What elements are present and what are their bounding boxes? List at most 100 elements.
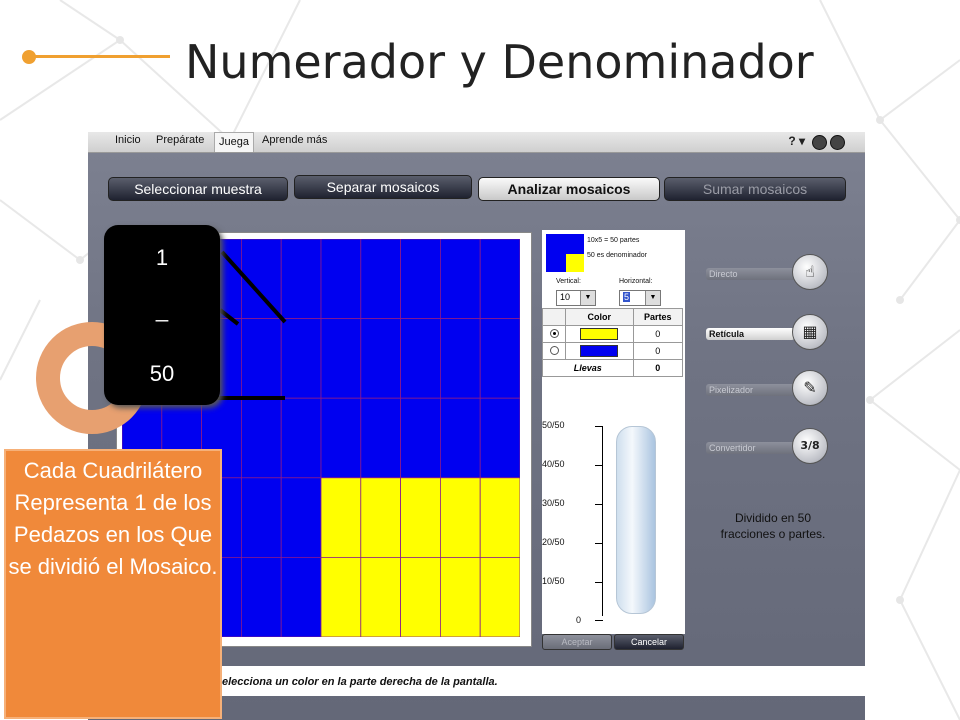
tab-sumar-mosaicos[interactable]: Sumar mosaicos [664,177,846,201]
mosaic-cell[interactable] [400,239,441,319]
tab-separar-mosaicos[interactable]: Separar mosaicos [294,175,472,199]
mosaic-cell[interactable] [320,397,362,479]
mosaic-cell[interactable] [400,318,441,399]
mosaic-cell[interactable] [439,318,481,399]
mosaic-cell[interactable] [241,556,282,637]
slide-title: Numerador y Denominador [185,35,814,89]
menu-juega[interactable]: Juega [214,132,254,152]
divided-text: Dividido en 50 fracciones o partes. [720,511,826,541]
swatch-blue [580,345,619,357]
gauge-tick [595,543,603,544]
mosaic-cell[interactable] [479,477,520,558]
test-tube [616,426,656,614]
gauge-tick-label: 30/50 [542,498,565,508]
mosaic-cell[interactable] [280,477,322,558]
mosaic-cell[interactable] [360,477,402,558]
title-accent-dot [22,50,36,64]
menu-preparate[interactable]: Prepárate [156,134,204,146]
info-denominador: 50 es denominador [587,252,647,259]
table-header-empty [542,308,566,326]
mosaic-cell[interactable] [479,397,520,479]
mosaic-cell[interactable] [360,239,402,319]
menu-inicio[interactable]: Inicio [115,134,141,146]
tool-reticula-label: Retícula [706,328,795,340]
mosaic-cell[interactable] [400,556,441,637]
vertical-select[interactable]: 10 ▼ [556,290,596,306]
mosaic-cell[interactable] [320,318,362,399]
vertical-label: Vertical: [556,278,581,285]
horizontal-value: 5 [623,292,631,302]
mosaic-cell[interactable] [439,556,481,637]
mosaic-cell[interactable] [320,239,362,319]
fraction-card: 1 _ 50 [104,225,220,405]
menu-bar: Inicio Prepárate Juega Aprende más ? ▾ [88,132,865,153]
table-header-color: Color [565,308,634,326]
mosaic-cell[interactable] [280,397,322,479]
mosaic-cell[interactable] [360,397,402,479]
chevron-down-icon: ▼ [580,291,595,305]
fraction-denominator: 50 [149,361,175,386]
tab-seleccionar-muestra[interactable]: Seleccionar muestra [108,177,288,201]
gauge-tick-label: 20/50 [542,537,565,547]
fraction-gauge: 50/50 40/50 30/50 20/50 10/50 0 [540,420,685,630]
mosaic-cell[interactable] [479,556,520,637]
gauge-tick-label: 50/50 [542,420,565,430]
mosaic-cell[interactable] [241,477,282,558]
mosaic-cell[interactable] [479,239,520,319]
fraction-numerator: 1 [155,245,169,270]
grid-icon[interactable]: ▦ [792,314,828,350]
mosaic-cell[interactable] [280,556,322,637]
color-parts-table: Color Partes 0 0 Llevas 0 [542,308,684,377]
cancel-button[interactable]: Cancelar [614,634,684,650]
total-label: Llevas [542,359,634,377]
info-partes: 10x5 = 50 partes [587,237,640,244]
mosaic-cell[interactable] [400,477,441,558]
mosaic-cell[interactable] [439,397,481,479]
gauge-tick-label: 40/50 [542,459,565,469]
gauge-axis [602,426,603,616]
swatch-yellow [580,328,619,340]
sample-yellow-swatch [566,254,584,272]
table-header-partes: Partes [632,308,684,326]
gauge-tick-label: 10/50 [542,576,565,586]
tab-analizar-mosaicos[interactable]: Analizar mosaicos [478,177,660,201]
mosaic-cell[interactable] [241,397,282,479]
mosaic-cell[interactable] [479,318,520,399]
hand-pointer-icon[interactable]: ☝ [792,254,828,290]
menu-aprende-mas[interactable]: Aprende más [262,134,327,146]
table-row: 0 [542,342,684,360]
horizontal-select[interactable]: 5 ▼ [619,290,661,306]
help-menu[interactable]: ? ▾ [788,134,805,148]
table-row: 0 [542,325,684,343]
mosaic-cell[interactable] [400,397,441,479]
minimize-icon[interactable] [812,135,827,150]
table-row: Llevas 0 [542,359,684,377]
mosaic-cell[interactable] [360,318,402,399]
eyedropper-icon[interactable]: ✎ [792,370,828,406]
gauge-tick-label: 0 [576,615,582,625]
mosaic-cell[interactable] [320,477,362,558]
accept-button[interactable]: Aceptar [542,634,612,650]
status-text: elecciona un color en la parte derecha d… [222,676,498,688]
explanation-callout: Cada Cuadrilátero Representa 1 de los Pe… [4,449,222,719]
gauge-tick [595,426,603,427]
gauge-tick [595,620,603,621]
partes-blue: 0 [632,342,684,360]
gauge-tick [595,465,603,466]
fraction-icon[interactable]: 3/8 [792,428,828,464]
horizontal-label: Horizontal: [619,278,653,285]
mosaic-cell[interactable] [439,239,481,319]
total-value: 0 [632,359,684,377]
radio-blue[interactable] [549,345,559,355]
pointer-lines [215,250,287,400]
mosaic-cell[interactable] [439,477,481,558]
mosaic-cell[interactable] [320,556,362,637]
chevron-down-icon: ▼ [645,291,660,305]
tool-convertidor-label: Convertidor [706,442,795,454]
mosaic-cell[interactable] [360,556,402,637]
title-accent-line [25,55,170,58]
partes-yellow: 0 [632,325,684,343]
tool-pixelizador-label: Pixelizador [706,384,795,396]
close-icon[interactable] [830,135,845,150]
radio-yellow[interactable] [549,328,559,338]
